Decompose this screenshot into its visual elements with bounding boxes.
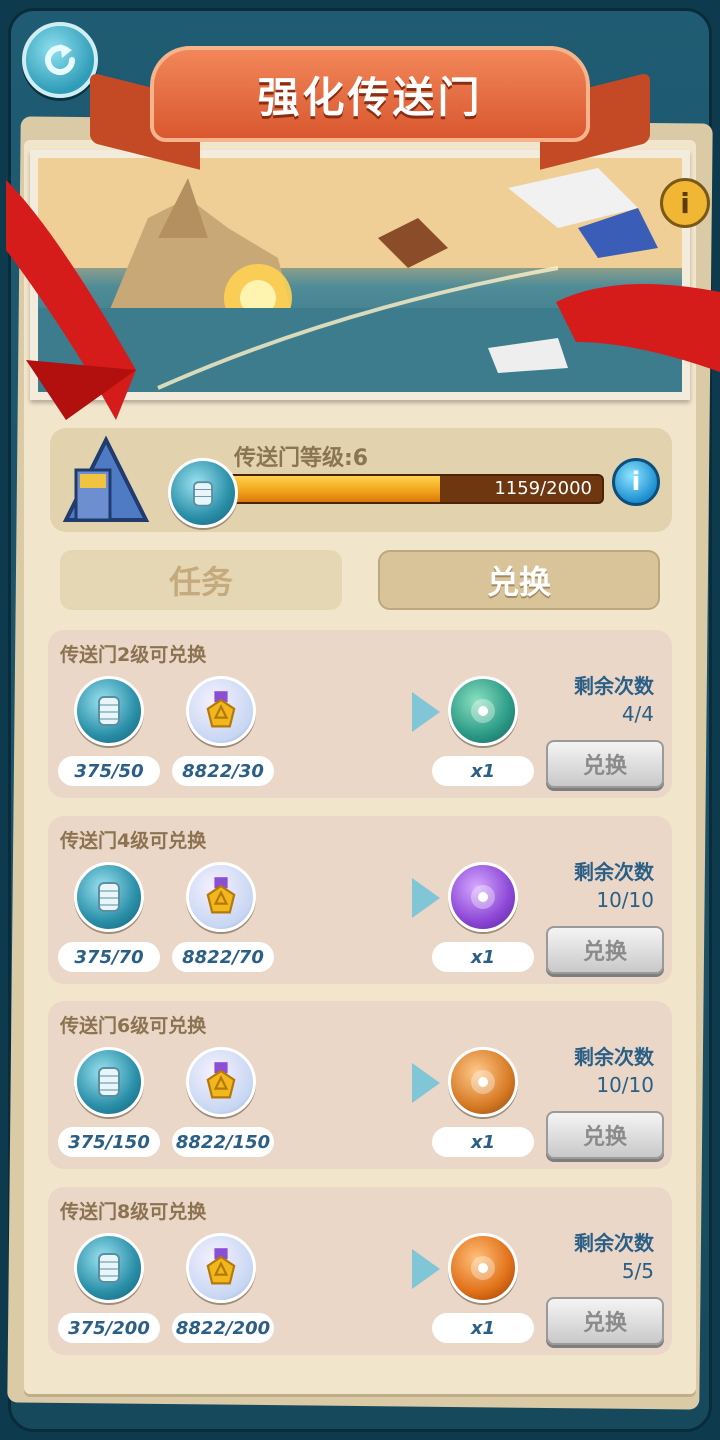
red-ribbon-left [6, 180, 136, 420]
arrow-right-icon [412, 692, 440, 732]
fortress-icon[interactable] [448, 676, 518, 746]
orange-dna-icon[interactable] [448, 1047, 518, 1117]
level-progress-bar: 1159/2000 [214, 474, 604, 504]
gate-cost: 375/50 [58, 756, 160, 786]
teleport-gate-icon [62, 435, 150, 522]
gate-coin-icon [74, 676, 144, 746]
remaining-count: 10/10 [596, 1073, 654, 1097]
reward-quantity: x1 [432, 942, 534, 972]
medal-cost: 8822/150 [172, 1127, 274, 1157]
progress-text: 1159/2000 [494, 478, 592, 499]
medal-cost: 8822/200 [172, 1313, 274, 1343]
gate-cost: 375/200 [58, 1313, 160, 1343]
reward-quantity: x1 [432, 1313, 534, 1343]
title-banner: 强化传送门 [80, 30, 660, 170]
medal-icon [186, 676, 256, 746]
exchange-button[interactable]: 兑换 [546, 740, 664, 788]
card-title: 传送门2级可兑换 [60, 644, 207, 666]
portal-level-label: 传送门等级:6 [234, 446, 369, 471]
exchange-card: 传送门2级可兑换 375/50 8822/30 x1 剩余次数 4/4 兑换 [48, 630, 672, 798]
exchange-button[interactable]: 兑换 [546, 1297, 664, 1345]
gate-coin-icon [74, 1047, 144, 1117]
remaining-count: 4/4 [621, 702, 654, 726]
gate-coin-icon [74, 1233, 144, 1303]
medal-cost: 8822/30 [172, 756, 274, 786]
remaining-label: 剩余次数 [574, 674, 654, 698]
green-vial-icon[interactable] [448, 1233, 518, 1303]
hero-info-button[interactable]: i [660, 178, 710, 228]
gate-coin-icon [168, 458, 238, 528]
card-title: 传送门8级可兑换 [60, 1201, 207, 1223]
card-title: 传送门6级可兑换 [60, 1015, 207, 1037]
exchange-button[interactable]: 兑换 [546, 926, 664, 974]
remaining-count: 10/10 [596, 888, 654, 912]
tab-task[interactable]: 任务 [60, 550, 342, 610]
card-title: 传送门4级可兑换 [60, 830, 207, 852]
gate-cost: 375/150 [58, 1127, 160, 1157]
medal-icon [186, 862, 256, 932]
page-title: 强化传送门 [257, 72, 483, 122]
exchange-card: 传送门8级可兑换 375/200 8822/200 x1 剩余次数 5/5 兑换 [48, 1187, 672, 1355]
gate-coin-icon [74, 862, 144, 932]
progress-fill [216, 476, 440, 502]
exchange-card: 传送门6级可兑换 375/150 8822/150 x1 剩余次数 10/10 … [48, 1001, 672, 1169]
remaining-label: 剩余次数 [574, 1045, 654, 1069]
medal-icon [186, 1233, 256, 1303]
arrow-right-icon [412, 1063, 440, 1103]
tab-exchange[interactable]: 兑换 [378, 550, 660, 610]
back-arrow-icon [45, 44, 76, 76]
remaining-count: 5/5 [621, 1259, 654, 1283]
exchange-card: 传送门4级可兑换 375/70 8822/70 x1 剩余次数 10/10 兑换 [48, 816, 672, 984]
banner-ribbon: 强化传送门 [150, 46, 590, 142]
arrow-right-icon [412, 878, 440, 918]
medal-cost: 8822/70 [172, 942, 274, 972]
remaining-label: 剩余次数 [574, 860, 654, 884]
purple-dna-icon[interactable] [448, 862, 518, 932]
arrow-right-icon [412, 1249, 440, 1289]
red-ribbon-right [556, 284, 720, 372]
reward-quantity: x1 [432, 756, 534, 786]
remaining-label: 剩余次数 [574, 1231, 654, 1255]
gate-cost: 375/70 [58, 942, 160, 972]
exchange-button[interactable]: 兑换 [546, 1111, 664, 1159]
level-info-button[interactable]: i [612, 458, 660, 506]
medal-icon [186, 1047, 256, 1117]
reward-quantity: x1 [432, 1127, 534, 1157]
